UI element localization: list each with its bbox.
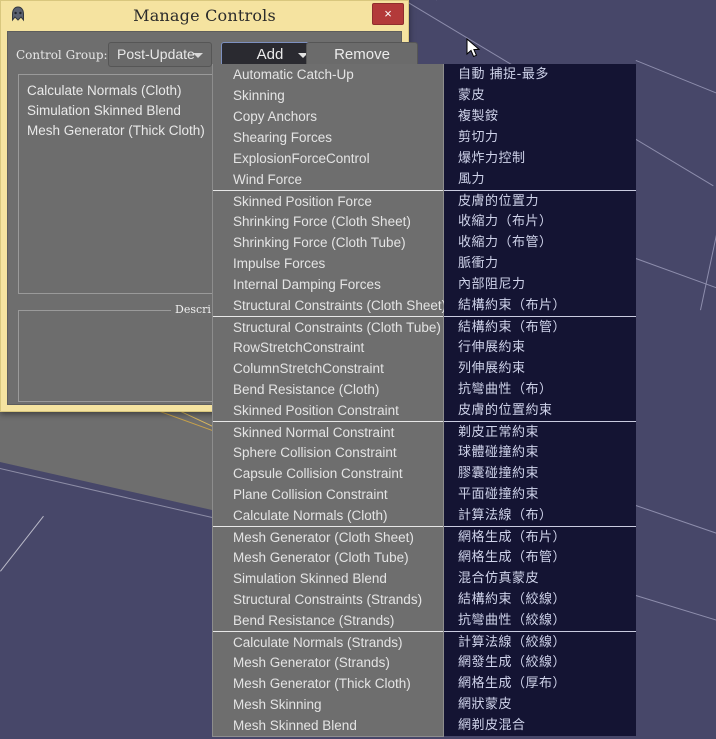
description-groupbox-title: Descri bbox=[171, 303, 215, 316]
menu-zh-item[interactable]: 結構約束（布管） bbox=[444, 316, 636, 337]
menu-zh-item[interactable]: 計算法線（絞線） bbox=[444, 631, 636, 652]
control-group-value: Post-Update bbox=[117, 46, 195, 62]
menu-zh-item[interactable]: 爆炸力控制 bbox=[444, 148, 636, 169]
menu-zh-item[interactable]: 膠囊碰撞約束 bbox=[444, 463, 636, 484]
control-group-select[interactable]: Post-Update bbox=[108, 42, 212, 67]
menu-en-item[interactable]: Mesh Generator (Strands) bbox=[213, 652, 443, 673]
menu-en-item[interactable]: Shrinking Force (Cloth Sheet) bbox=[213, 211, 443, 232]
menu-en-item[interactable]: Simulation Skinned Blend bbox=[213, 568, 443, 589]
dialog-titlebar[interactable]: Manage Controls × bbox=[1, 1, 408, 29]
menu-en-item[interactable]: Automatic Catch-Up bbox=[213, 64, 443, 85]
menu-en-item[interactable]: Mesh Skinning bbox=[213, 694, 443, 715]
menu-en-item[interactable]: Structural Constraints (Cloth Tube) bbox=[213, 316, 443, 337]
menu-en-item[interactable]: Calculate Normals (Strands) bbox=[213, 631, 443, 652]
menu-zh-item[interactable]: 剪切力 bbox=[444, 127, 636, 148]
menu-zh-item[interactable]: 收縮力（布片） bbox=[444, 211, 636, 232]
menu-zh-item[interactable]: 平面碰撞約束 bbox=[444, 484, 636, 505]
menu-en-item[interactable]: Structural Constraints (Strands) bbox=[213, 589, 443, 610]
menu-zh-item[interactable]: 風力 bbox=[444, 169, 636, 190]
dialog-title: Manage Controls bbox=[133, 5, 276, 25]
menu-en-item[interactable]: Impulse Forces bbox=[213, 253, 443, 274]
menu-en-item[interactable]: Shrinking Force (Cloth Tube) bbox=[213, 232, 443, 253]
menu-en-item[interactable]: Capsule Collision Constraint bbox=[213, 463, 443, 484]
menu-en-item[interactable]: Bend Resistance (Cloth) bbox=[213, 379, 443, 400]
menu-zh-item[interactable]: 皮膚的位置力 bbox=[444, 190, 636, 211]
menu-en-item[interactable]: Skinned Normal Constraint bbox=[213, 421, 443, 442]
menu-zh-item[interactable]: 脈衝力 bbox=[444, 253, 636, 274]
menu-zh-item[interactable]: 皮膚的位置約束 bbox=[444, 400, 636, 421]
menu-zh-item[interactable]: 複製銨 bbox=[444, 106, 636, 127]
ground-plane bbox=[0, 412, 212, 510]
ground-edge bbox=[0, 515, 44, 572]
menu-zh-item[interactable]: 自動 捕捉-最多 bbox=[444, 64, 636, 85]
chevron-down-icon bbox=[193, 53, 203, 58]
menu-zh-item[interactable]: 網格生成（布管） bbox=[444, 547, 636, 568]
menu-zh-item[interactable]: 網狀蒙皮 bbox=[444, 694, 636, 715]
menu-en-item[interactable]: RowStretchConstraint bbox=[213, 337, 443, 358]
menu-zh-item[interactable]: 結構約束（布片） bbox=[444, 295, 636, 316]
menu-zh-item[interactable]: 內部阻尼力 bbox=[444, 274, 636, 295]
mouse-cursor bbox=[466, 38, 481, 58]
menu-zh-item[interactable]: 列伸展約束 bbox=[444, 358, 636, 379]
menu-en-item[interactable]: Skinning bbox=[213, 85, 443, 106]
menu-en-item[interactable]: Internal Damping Forces bbox=[213, 274, 443, 295]
menu-en-item[interactable]: Mesh Skinned Blend bbox=[213, 715, 443, 736]
menu-en-item[interactable]: Bend Resistance (Strands) bbox=[213, 610, 443, 631]
menu-zh-item[interactable]: 抗彎曲性（絞線） bbox=[444, 610, 636, 631]
menu-zh-item[interactable]: 混合仿真蒙皮 bbox=[444, 568, 636, 589]
menu-en-item[interactable]: Plane Collision Constraint bbox=[213, 484, 443, 505]
app-icon bbox=[12, 6, 24, 22]
menu-zh-item[interactable]: 網發生成（絞線） bbox=[444, 652, 636, 673]
grid-line bbox=[635, 60, 716, 136]
menu-en-item[interactable]: Shearing Forces bbox=[213, 127, 443, 148]
menu-en-item[interactable]: Calculate Normals (Cloth) bbox=[213, 505, 443, 526]
control-group-label: Control Group: bbox=[16, 48, 108, 62]
grid-line bbox=[635, 595, 716, 655]
grid-line bbox=[700, 75, 716, 311]
menu-zh-item[interactable]: 收縮力（布管） bbox=[444, 232, 636, 253]
menu-en-item[interactable]: Wind Force bbox=[213, 169, 443, 190]
menu-zh-item[interactable]: 網格生成（布片） bbox=[444, 526, 636, 547]
close-button[interactable]: × bbox=[372, 3, 404, 25]
menu-en-item[interactable]: Structural Constraints (Cloth Sheet) bbox=[213, 295, 446, 316]
menu-zh-item[interactable]: 計算法線（布） bbox=[444, 505, 636, 526]
menu-en-item[interactable]: Mesh Generator (Cloth Sheet) bbox=[213, 526, 443, 547]
menu-en-item[interactable]: Skinned Position Force bbox=[213, 190, 443, 211]
menu-en-item[interactable]: Mesh Generator (Thick Cloth) bbox=[213, 673, 443, 694]
menu-en-item[interactable]: Copy Anchors bbox=[213, 106, 443, 127]
menu-zh-item[interactable]: 抗彎曲性（布） bbox=[444, 379, 636, 400]
menu-zh-item[interactable]: 網剃皮混合 bbox=[444, 715, 636, 736]
menu-en-item[interactable]: ColumnStretchConstraint bbox=[213, 358, 443, 379]
add-button-label: Add bbox=[256, 46, 284, 63]
menu-en-item[interactable]: Skinned Position Constraint bbox=[213, 400, 443, 421]
menu-zh-item[interactable]: 行伸展約束 bbox=[444, 337, 636, 358]
menu-zh-item[interactable]: 球體碰撞約束 bbox=[444, 442, 636, 463]
menu-en-item[interactable]: Mesh Generator (Cloth Tube) bbox=[213, 547, 443, 568]
menu-zh-item[interactable]: 網格生成（厚布） bbox=[444, 673, 636, 694]
add-menu-english[interactable]: Automatic Catch-Up Skinning Copy Anchors Sh… bbox=[212, 64, 446, 737]
grid-line bbox=[635, 505, 716, 572]
menu-en-item[interactable]: Sphere Collision Constraint bbox=[213, 442, 443, 463]
menu-en-item[interactable]: ExplosionForceControl bbox=[213, 148, 443, 169]
add-menu-chinese[interactable]: 自動 捕捉-最多 蒙皮 複製銨 剪切力 爆炸力控制 風力 皮膚的位置力 收縮力（布片） 收縮力（… bbox=[444, 64, 636, 736]
menu-zh-item[interactable]: 結構約束（絞線） bbox=[444, 589, 636, 610]
menu-zh-item[interactable]: 蒙皮 bbox=[444, 85, 636, 106]
menu-zh-item[interactable]: 剃皮正常約束 bbox=[444, 421, 636, 442]
